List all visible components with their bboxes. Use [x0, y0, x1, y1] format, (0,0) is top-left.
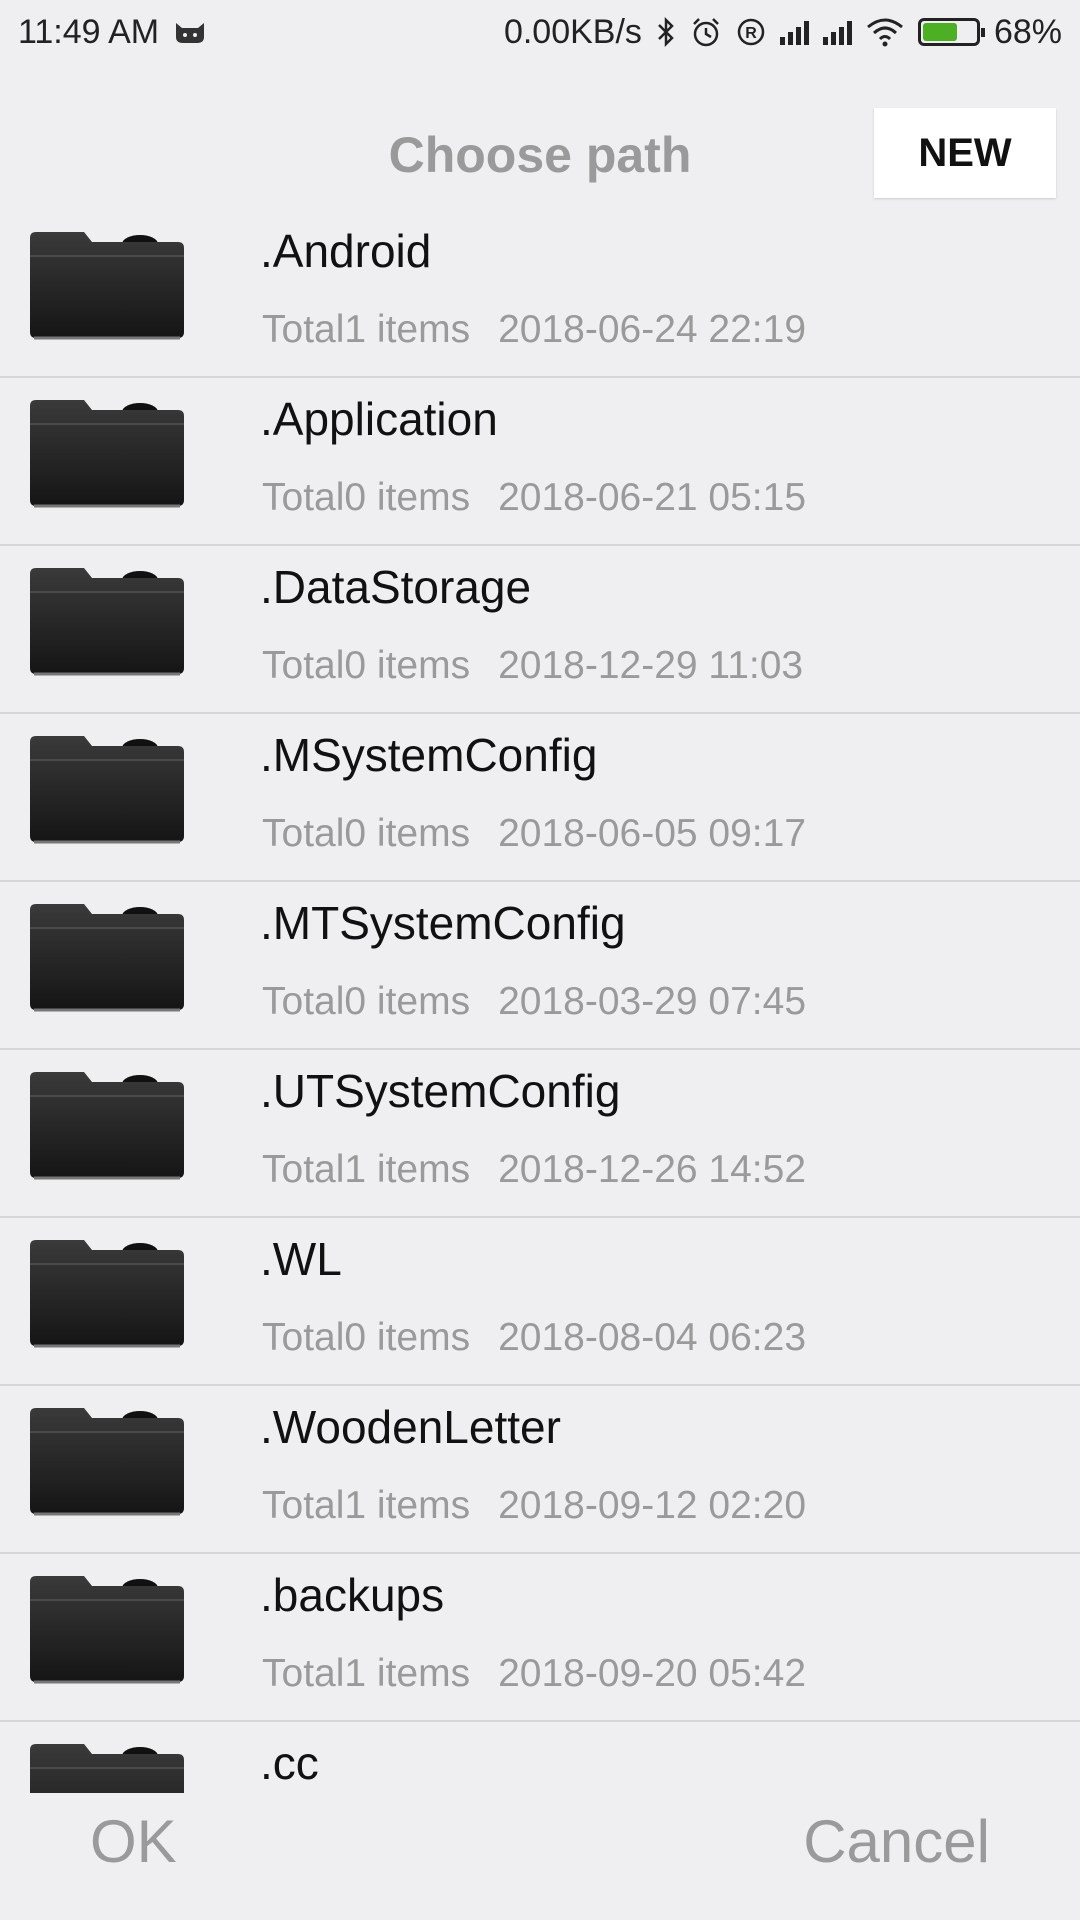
file-name: .WL	[260, 1233, 342, 1285]
modified-date: 2018-06-24 22:19	[498, 308, 807, 351]
status-time: 11:49 AM	[18, 12, 160, 51]
folder-icon	[28, 390, 188, 510]
new-folder-button[interactable]: NEW	[874, 108, 1056, 198]
file-name: .backups	[260, 1569, 445, 1621]
list-item[interactable]: .MTSystemConfig Total0 items 2018-03-29 0…	[0, 882, 1080, 1050]
file-name: .MTSystemConfig	[260, 897, 626, 949]
item-count: Total1 items	[262, 308, 471, 351]
battery-charging-icon	[917, 18, 985, 46]
alarm-icon	[690, 16, 722, 48]
file-name: .Android	[260, 225, 432, 277]
folder-icon	[28, 558, 188, 678]
file-name: .cc	[260, 1737, 319, 1789]
file-name: .UTSystemConfig	[260, 1065, 621, 1117]
dialog-footer: OK Cancel	[0, 1793, 1080, 1920]
file-meta: Total0 items 2018-06-21 05:15	[262, 476, 806, 520]
item-count: Total0 items	[262, 980, 471, 1023]
item-count: Total0 items	[262, 476, 471, 519]
file-meta: Total0 items 2018-03-29 07:45	[262, 980, 806, 1024]
signal-icon	[779, 19, 809, 45]
modified-date: 2018-03-29 07:45	[498, 980, 807, 1023]
file-meta: Total0 items 2018-12-29 11:03	[262, 644, 803, 688]
list-item[interactable]: .Android Total1 items 2018-06-24 22:19	[0, 210, 1080, 378]
modified-date: 2018-12-29 11:03	[498, 644, 804, 687]
modified-date: 2018-09-12 02:20	[498, 1484, 807, 1527]
file-name: .DataStorage	[260, 561, 532, 613]
list-item[interactable]: .DataStorage Total0 items 2018-12-29 11:0…	[0, 546, 1080, 714]
registered-icon: R	[736, 17, 766, 47]
modified-date: 2018-12-26 14:52	[498, 1148, 807, 1191]
folder-icon	[28, 1734, 188, 1793]
modified-date: 2018-06-21 05:15	[498, 476, 807, 519]
list-item[interactable]: .MSystemConfig Total0 items 2018-06-05 09…	[0, 714, 1080, 882]
folder-icon	[28, 1566, 188, 1686]
cancel-button[interactable]: Cancel	[803, 1807, 990, 1876]
dialog-header: Choose path NEW	[0, 100, 1080, 208]
status-bar: 11:49 AM 0.00KB/s R 68%	[0, 0, 1080, 64]
svg-text:R: R	[745, 25, 757, 42]
folder-icon	[28, 1062, 188, 1182]
file-meta: Total1 items 2018-12-26 14:52	[262, 1148, 806, 1192]
file-name: .Application	[260, 393, 498, 445]
net-speed: 0.00KB/s	[503, 12, 642, 51]
bluetooth-icon	[656, 16, 676, 48]
list-item[interactable]: .UTSystemConfig Total1 items 2018-12-26 1…	[0, 1050, 1080, 1218]
list-item[interactable]: .WoodenLetter Total1 items 2018-09-12 02:…	[0, 1386, 1080, 1554]
cat-icon	[173, 19, 207, 45]
ok-button[interactable]: OK	[90, 1807, 177, 1876]
list-item[interactable]: .backups Total1 items 2018-09-20 05:42	[0, 1554, 1080, 1722]
item-count: Total1 items	[262, 1484, 471, 1527]
list-item[interactable]: .WL Total0 items 2018-08-04 06:23	[0, 1218, 1080, 1386]
wifi-icon	[866, 17, 904, 47]
folder-icon	[28, 726, 188, 846]
file-name: .WoodenLetter	[260, 1401, 561, 1453]
folder-icon	[28, 222, 188, 342]
folder-icon	[28, 1230, 188, 1350]
file-meta: Total1 items 2018-09-20 05:42	[262, 1652, 806, 1696]
list-item[interactable]: .cc	[0, 1722, 1080, 1793]
item-count: Total1 items	[262, 1652, 471, 1695]
folder-icon	[28, 894, 188, 1014]
file-name: .MSystemConfig	[260, 729, 598, 781]
item-count: Total0 items	[262, 1316, 471, 1359]
file-meta: Total1 items 2018-06-24 22:19	[262, 308, 806, 352]
item-count: Total0 items	[262, 812, 471, 855]
item-count: Total0 items	[262, 644, 471, 687]
status-left: 11:49 AM	[18, 13, 207, 52]
status-right: 0.00KB/s R 68%	[504, 13, 1062, 52]
file-list[interactable]: .Android Total1 items 2018-06-24 22:19 .A…	[0, 210, 1080, 1793]
modified-date: 2018-09-20 05:42	[498, 1652, 807, 1695]
signal-icon	[822, 19, 852, 45]
item-count: Total1 items	[262, 1148, 471, 1191]
battery-level	[922, 23, 957, 41]
file-meta: Total0 items 2018-06-05 09:17	[262, 812, 806, 856]
file-meta: Total0 items 2018-08-04 06:23	[262, 1316, 806, 1360]
list-item[interactable]: .Application Total0 items 2018-06-21 05:1…	[0, 378, 1080, 546]
battery-percent: 68%	[993, 12, 1062, 51]
modified-date: 2018-06-05 09:17	[498, 812, 807, 855]
folder-icon	[28, 1398, 188, 1518]
modified-date: 2018-08-04 06:23	[498, 1316, 807, 1359]
file-meta: Total1 items 2018-09-12 02:20	[262, 1484, 806, 1528]
